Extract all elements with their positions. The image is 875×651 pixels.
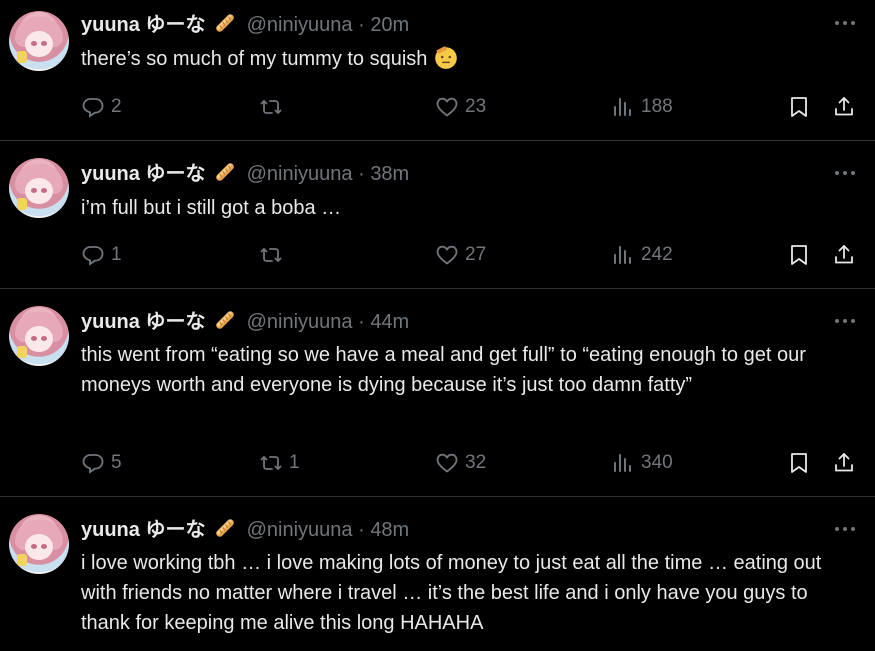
display-name[interactable]: yuuna ゆーな <box>81 163 205 185</box>
reply-count: 1 <box>111 244 122 265</box>
repost-icon <box>259 95 283 119</box>
more-dots-icon[interactable] <box>833 163 857 183</box>
heart-icon <box>435 451 459 475</box>
avatar[interactable] <box>9 11 69 71</box>
bookmark-icon <box>787 243 811 267</box>
user-handle[interactable]: @niniyuuna <box>247 14 353 36</box>
saluting-face-emoji-icon <box>433 44 459 70</box>
timestamp[interactable]: 38m <box>370 163 409 185</box>
views-bar-chart-icon <box>611 95 635 119</box>
repost-icon <box>259 243 283 267</box>
repost-icon <box>259 451 283 475</box>
more-dots-icon[interactable] <box>833 13 857 33</box>
repost-button[interactable] <box>259 242 289 268</box>
tweet-header: yuuna ゆーな @niniyuuna · 20m <box>81 11 409 38</box>
views-bar-chart-icon <box>611 451 635 475</box>
baguette-emoji-icon <box>213 308 237 332</box>
bookmark-button[interactable] <box>787 242 811 268</box>
tweet-text: i’m full but i still got a boba … <box>81 193 861 223</box>
share-button[interactable] <box>832 242 856 268</box>
action-bar: 1 27 242 <box>81 242 861 268</box>
tweet[interactable]: yuuna ゆーな @niniyuuna · 48m i love workin… <box>0 497 875 651</box>
share-button[interactable] <box>832 94 856 120</box>
bookmark-icon <box>787 95 811 119</box>
reply-icon <box>81 95 105 119</box>
timestamp[interactable]: 20m <box>370 14 409 36</box>
like-count: 27 <box>465 244 487 265</box>
views-bar-chart-icon <box>611 243 635 267</box>
tweet[interactable]: yuuna ゆーな @niniyuuna · 44m this went fro… <box>0 289 875 497</box>
action-bar: 5 1 32 340 <box>81 450 861 476</box>
reply-button[interactable]: 5 <box>81 450 122 476</box>
tweet[interactable]: yuuna ゆーな @niniyuuna · 38m i’m full but … <box>0 141 875 289</box>
tweet[interactable]: yuuna ゆーな @niniyuuna · 20m there’s so mu… <box>0 0 875 141</box>
views-count: 188 <box>641 96 673 117</box>
timestamp[interactable]: 48m <box>370 519 409 541</box>
display-name[interactable]: yuuna ゆーな <box>81 14 205 36</box>
user-handle[interactable]: @niniyuuna <box>247 311 353 333</box>
share-icon <box>832 243 856 267</box>
views-button[interactable]: 340 <box>611 450 673 476</box>
share-icon <box>832 95 856 119</box>
tweet-text: there’s so much of my tummy to squish <box>81 44 861 74</box>
reply-button[interactable]: 1 <box>81 242 122 268</box>
views-button[interactable]: 188 <box>611 94 673 120</box>
share-button[interactable] <box>832 450 856 476</box>
more-dots-icon[interactable] <box>833 311 857 331</box>
tweet-header: yuuna ゆーな @niniyuuna · 38m <box>81 160 409 187</box>
reply-count: 5 <box>111 452 122 473</box>
separator-dot: · <box>358 311 365 333</box>
separator-dot: · <box>358 14 365 36</box>
avatar[interactable] <box>9 158 69 218</box>
repost-button[interactable] <box>259 94 289 120</box>
avatar[interactable] <box>9 306 69 366</box>
tweet-text-content: i’m full but i still got a boba … <box>81 197 342 219</box>
repost-button[interactable]: 1 <box>259 450 300 476</box>
like-button[interactable]: 23 <box>435 94 486 120</box>
views-count: 242 <box>641 244 673 265</box>
views-count: 340 <box>641 452 673 473</box>
display-name[interactable]: yuuna ゆーな <box>81 311 205 333</box>
share-icon <box>832 451 856 475</box>
repost-count: 1 <box>289 452 300 473</box>
bookmark-button[interactable] <box>787 94 811 120</box>
reply-icon <box>81 243 105 267</box>
like-button[interactable]: 27 <box>435 242 486 268</box>
tweet-text: this went from “eating so we have a meal… <box>81 340 861 400</box>
timestamp[interactable]: 44m <box>370 311 409 333</box>
display-name[interactable]: yuuna ゆーな <box>81 519 205 541</box>
separator-dot: · <box>358 163 365 185</box>
heart-icon <box>435 95 459 119</box>
views-button[interactable]: 242 <box>611 242 673 268</box>
reply-button[interactable]: 2 <box>81 94 122 120</box>
user-handle[interactable]: @niniyuuna <box>247 163 353 185</box>
reply-icon <box>81 451 105 475</box>
more-dots-icon[interactable] <box>833 519 857 539</box>
tweet-header: yuuna ゆーな @niniyuuna · 48m <box>81 516 409 543</box>
avatar[interactable] <box>9 514 69 574</box>
baguette-emoji-icon <box>213 160 237 184</box>
bookmark-button[interactable] <box>787 450 811 476</box>
separator-dot: · <box>358 519 365 541</box>
tweet-text-content: i love working tbh … i love making lots … <box>81 552 822 634</box>
tweet-text: i love working tbh … i love making lots … <box>81 548 861 638</box>
tweet-header: yuuna ゆーな @niniyuuna · 44m <box>81 308 409 335</box>
like-count: 32 <box>465 452 487 473</box>
bookmark-icon <box>787 451 811 475</box>
like-button[interactable]: 32 <box>435 450 486 476</box>
user-handle[interactable]: @niniyuuna <box>247 519 353 541</box>
like-count: 23 <box>465 96 487 117</box>
reply-count: 2 <box>111 96 122 117</box>
tweet-text-content: there’s so much of my tummy to squish <box>81 48 428 70</box>
action-bar: 2 23 188 <box>81 94 861 120</box>
tweet-text-content: this went from “eating so we have a meal… <box>81 344 806 396</box>
baguette-emoji-icon <box>213 11 237 35</box>
heart-icon <box>435 243 459 267</box>
baguette-emoji-icon <box>213 516 237 540</box>
